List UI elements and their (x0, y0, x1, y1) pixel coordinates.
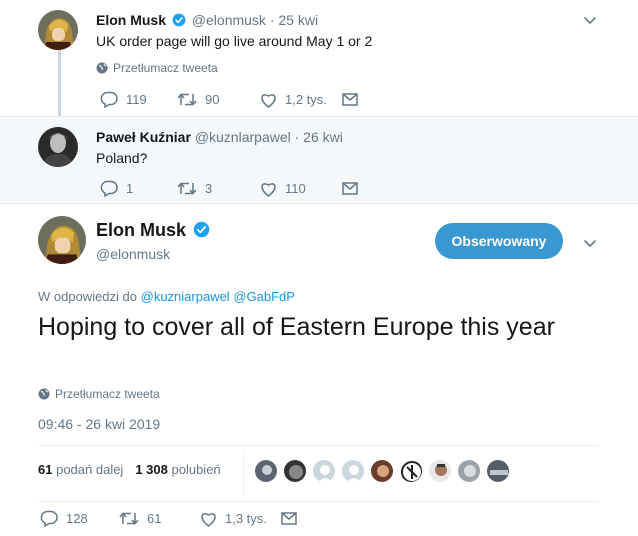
thread-line (58, 50, 61, 116)
liker-avatar[interactable] (457, 459, 481, 483)
likes-stat-label: polubień (171, 462, 221, 477)
like-count: 1,3 tys. (225, 511, 267, 526)
translate-label: Przetłumacz tweeta (55, 387, 160, 401)
author-handle[interactable]: @elonmusk (192, 12, 266, 28)
like-icon (261, 182, 276, 197)
translate-label: Przetłumacz tweeta (113, 61, 218, 75)
liker-avatar[interactable] (283, 459, 307, 483)
tweet-text: Poland? (96, 150, 148, 166)
retweet-count: 90 (205, 92, 220, 107)
globe-icon (38, 388, 50, 400)
message-button[interactable] (281, 512, 297, 525)
translate-link[interactable]: Przetłumacz tweeta (38, 387, 160, 401)
reply-count: 119 (126, 92, 147, 107)
main-author-name-row: Elon Musk (96, 220, 212, 241)
tweet-timestamp[interactable]: 09:46 - 26 kwi 2019 (38, 416, 160, 432)
liker-avatar[interactable] (341, 459, 365, 483)
tweet-actions: 128 61 1,3 tys. (40, 510, 297, 527)
reply-context: W odpowiedzi do @kuzniarpawel @GabFdP (38, 289, 295, 304)
like-icon (201, 512, 216, 527)
author-handle[interactable]: @kuznlarpawel (195, 129, 291, 145)
tweet-header: Elon Musk @elonmusk · 25 kwi (96, 12, 318, 28)
message-icon (342, 93, 358, 106)
tweet-actions: 119 90 1,2 tys. (100, 91, 358, 108)
likes-stat[interactable]: 1 308 polubień (135, 462, 220, 477)
retweets-stat-count: 61 (38, 462, 53, 477)
retweet-button[interactable]: 90 (177, 92, 260, 107)
author-name[interactable]: Paweł Kuźniar (96, 129, 191, 145)
retweet-icon (177, 182, 197, 195)
reply-button[interactable]: 119 (100, 91, 177, 108)
retweet-icon (119, 512, 139, 525)
avatar-elon-musk[interactable] (38, 216, 86, 264)
chevron-down-icon[interactable] (582, 235, 598, 251)
likes-stat-count: 1 308 (135, 462, 168, 477)
retweets-stat[interactable]: 61 podań dalej (38, 462, 123, 477)
liker-avatar[interactable] (428, 459, 452, 483)
main-author-handle-row: @elonmusk (96, 246, 170, 262)
liker-avatar[interactable] (486, 459, 510, 483)
tweet-time[interactable]: · 25 kwi (270, 12, 318, 28)
reply-icon (100, 180, 118, 197)
mention-link-1[interactable]: @kuzniarpawel (141, 289, 230, 304)
reply-count: 1 (126, 181, 134, 196)
retweet-icon (177, 93, 197, 106)
main-tweet-text: Hoping to cover all of Eastern Europe th… (38, 313, 555, 341)
tweet-pawel-reply[interactable]: Paweł Kuźniar @kuznlarpawel · 26 kwi Pol… (0, 116, 638, 204)
verified-badge-icon (172, 13, 186, 27)
chevron-down-icon[interactable] (582, 12, 598, 28)
divider (38, 445, 598, 446)
retweet-count: 3 (205, 181, 213, 196)
message-icon (281, 512, 297, 525)
retweet-button[interactable]: 3 (177, 181, 260, 196)
reply-count: 128 (66, 511, 88, 526)
following-button[interactable]: Obserwowany (435, 223, 563, 259)
message-button[interactable] (342, 93, 358, 106)
mention-link-2[interactable]: @GabFdP (233, 289, 295, 304)
divider (38, 501, 598, 502)
tweet-time[interactable]: · 26 kwi (295, 129, 343, 145)
retweet-count: 61 (147, 511, 162, 526)
retweets-stat-label: podań dalej (56, 462, 124, 477)
tweet-actions: 1 3 110 (100, 180, 358, 197)
tweet-text: UK order page will go live around May 1 … (96, 33, 373, 49)
verified-badge-icon (193, 221, 210, 238)
like-button[interactable]: 110 (260, 181, 342, 197)
author-handle[interactable]: @elonmusk (96, 246, 170, 262)
liker-avatar[interactable] (370, 459, 394, 483)
like-count: 110 (285, 181, 306, 196)
reply-button[interactable]: 1 (100, 180, 177, 197)
reply-icon (100, 91, 118, 108)
message-button[interactable] (342, 182, 358, 195)
tweet-elon-original[interactable]: Elon Musk @elonmusk · 25 kwi UK order pa… (0, 0, 638, 116)
author-name[interactable]: Elon Musk (96, 12, 166, 28)
avatar-pawel-kuzniar[interactable] (38, 127, 78, 167)
like-button[interactable]: 1,3 tys. (200, 511, 281, 527)
message-icon (342, 182, 358, 195)
engagement-stats: 61 podań dalej 1 308 polubień (38, 462, 221, 477)
retweet-button[interactable]: 61 (119, 511, 200, 526)
liker-avatar[interactable] (312, 459, 336, 483)
reply-icon (40, 510, 58, 527)
author-name[interactable]: Elon Musk (96, 220, 186, 240)
like-count: 1,2 tys. (285, 92, 327, 107)
liker-avatar[interactable] (399, 459, 423, 483)
divider (243, 454, 244, 494)
tweet-header: Paweł Kuźniar @kuznlarpawel · 26 kwi (96, 129, 343, 145)
globe-icon (96, 62, 108, 74)
liker-avatar[interactable] (254, 459, 278, 483)
tweet-main: Elon Musk @elonmusk Obserwowany W odpowi… (0, 204, 638, 536)
reply-button[interactable]: 128 (40, 510, 119, 527)
translate-link[interactable]: Przetłumacz tweeta (96, 61, 218, 75)
like-icon (261, 93, 276, 108)
avatar-elon-musk[interactable] (38, 10, 78, 50)
like-button[interactable]: 1,2 tys. (260, 92, 342, 108)
reply-prefix: W odpowiedzi do (38, 289, 137, 304)
